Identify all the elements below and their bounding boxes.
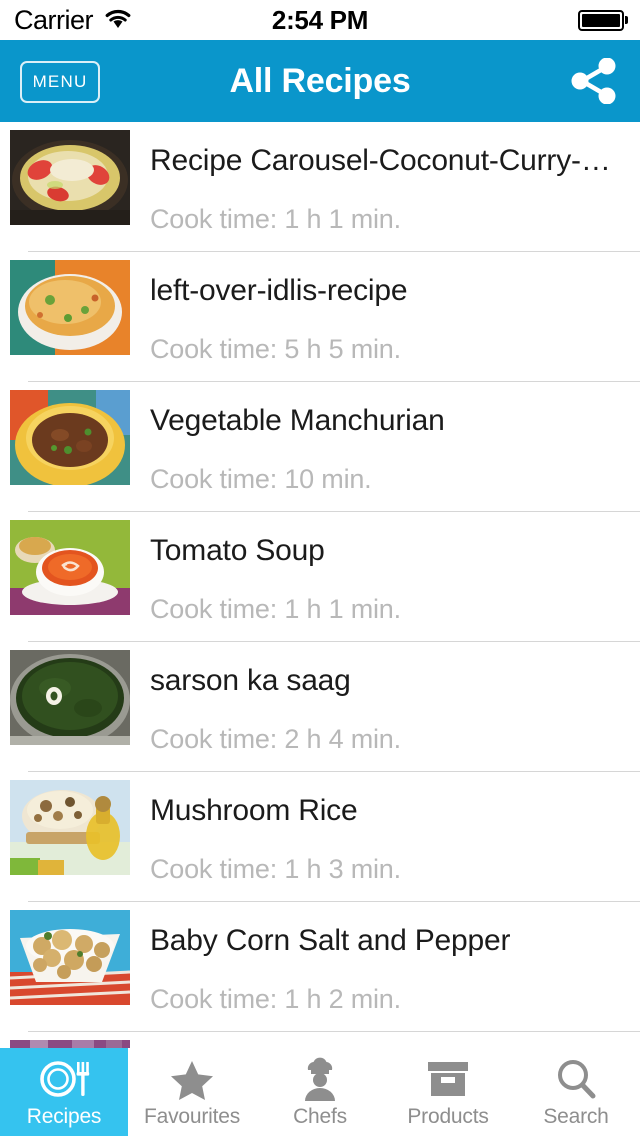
recipe-cook-time: Cook time: 1 h 1 min. (150, 204, 401, 234)
recipe-cook-time: Cook time: 1 h 2 min. (150, 984, 401, 1014)
recipe-text: sarson ka saag Cook time: 2 h 4 min. (150, 642, 632, 772)
recipe-text: Baby Corn Salt and Pepper Cook time: 1 h… (150, 902, 632, 1032)
tab-bar: Recipes Favourites Chefs Products Search (0, 1048, 640, 1136)
tab-favourites[interactable]: Favourites (128, 1048, 256, 1136)
list-item[interactable]: Baby Corn Salt and Pepper Cook time: 1 h… (0, 902, 640, 1032)
recipe-cook-time: Cook time: 5 h 5 min. (150, 334, 401, 364)
recipe-cook-time: Cook time: 1 h 1 min. (150, 594, 401, 624)
tab-label-favourites: Favourites (143, 1105, 241, 1128)
recipe-title: Baby Corn Salt and Pepper (150, 924, 511, 957)
recipe-title: sarson ka saag (150, 664, 351, 697)
battery-full-icon (578, 9, 628, 31)
box-icon (425, 1056, 471, 1102)
recipe-text: Recipe Carousel-Coconut-Curry-… Cook tim… (150, 122, 632, 252)
recipe-title: left-over-idlis-recipe (150, 274, 408, 307)
recipe-text: Mushroom Rice Cook time: 1 h 3 min. (150, 772, 632, 902)
tab-label-recipes: Recipes (26, 1105, 102, 1128)
recipe-cook-time: Cook time: 2 h 4 min. (150, 724, 401, 754)
plate-fork-icon (38, 1056, 90, 1102)
share-icon (569, 57, 619, 109)
tab-label-chefs: Chefs (293, 1105, 347, 1128)
recipe-text: Tomato Soup Cook time: 1 h 1 min. (150, 512, 632, 642)
list-item[interactable]: Mushroom Rice Cook time: 1 h 3 min. (0, 772, 640, 902)
recipe-title: Vegetable Manchurian (150, 404, 445, 437)
recipe-thumbnail (10, 260, 130, 355)
recipe-thumbnail (10, 910, 130, 1005)
list-item[interactable]: Tomato Soup Cook time: 1 h 1 min. (0, 512, 640, 642)
recipe-text: left-over-idlis-recipe Cook time: 5 h 5 … (150, 252, 632, 382)
recipe-title: Mushroom Rice (150, 794, 358, 827)
page-title: All Recipes (229, 61, 411, 100)
list-item[interactable]: Vegetable Manchurian Cook time: 10 min. (0, 382, 640, 512)
share-button[interactable] (568, 57, 620, 109)
chef-icon (299, 1056, 341, 1102)
tab-label-products: Products (407, 1105, 489, 1128)
recipe-title: Recipe Carousel-Coconut-Curry-… (150, 144, 611, 177)
tab-chefs[interactable]: Chefs (256, 1048, 384, 1136)
recipe-text: Vegetable Manchurian Cook time: 10 min. (150, 382, 632, 512)
tab-recipes[interactable]: Recipes (0, 1048, 128, 1136)
app-screen: Carrier 2:54 PM MENU All Recipes Recipe … (0, 0, 640, 1136)
status-bar: Carrier 2:54 PM (0, 0, 640, 40)
navigation-bar: MENU All Recipes (0, 40, 640, 122)
recipe-thumbnail (10, 130, 130, 225)
recipe-title: Tomato Soup (150, 534, 325, 567)
list-item[interactable]: left-over-idlis-recipe Cook time: 5 h 5 … (0, 252, 640, 382)
recipe-thumbnail (10, 650, 130, 745)
clock-label: 2:54 PM (271, 4, 369, 35)
recipe-thumbnail (10, 390, 130, 485)
search-icon (554, 1056, 598, 1102)
recipe-cook-time: Cook time: 10 min. (150, 464, 372, 494)
star-icon (169, 1056, 215, 1102)
list-item[interactable]: Recipe Carousel-Coconut-Curry-… Cook tim… (0, 122, 640, 252)
recipe-thumbnail (10, 520, 130, 615)
recipe-list[interactable]: Recipe Carousel-Coconut-Curry-… Cook tim… (0, 122, 640, 1136)
recipe-cook-time: Cook time: 1 h 3 min. (150, 854, 401, 884)
tab-label-search: Search (543, 1105, 609, 1128)
tab-search[interactable]: Search (512, 1048, 640, 1136)
recipe-thumbnail (10, 780, 130, 875)
list-item[interactable]: sarson ka saag Cook time: 2 h 4 min. (0, 642, 640, 772)
tab-products[interactable]: Products (384, 1048, 512, 1136)
